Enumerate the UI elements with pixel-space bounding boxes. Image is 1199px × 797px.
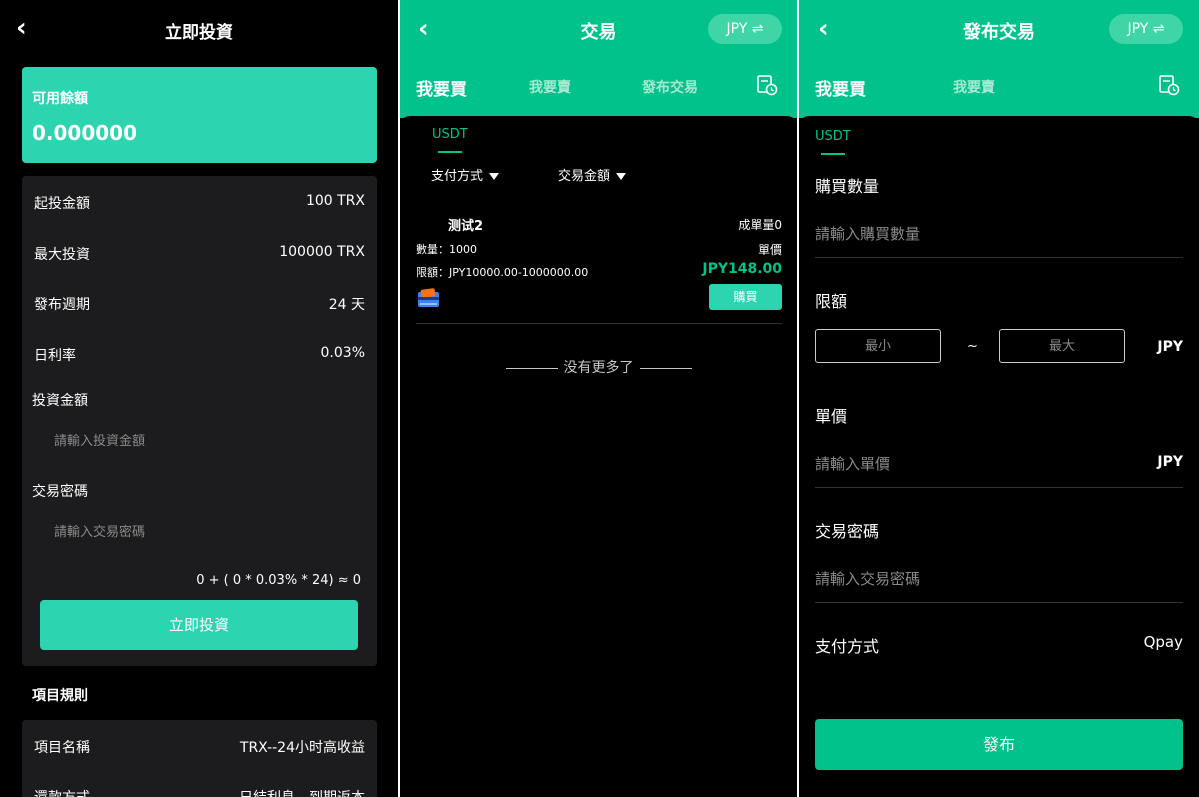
invest-header: ‹ 立即投資 xyxy=(0,0,398,56)
amount-input[interactable]: 請輸入投資金額 xyxy=(54,430,145,449)
password-input[interactable]: 請輸入交易密碼 xyxy=(54,521,145,540)
balance-label: 可用餘額 xyxy=(32,91,88,107)
quantity-input[interactable]: 請輸入購買數量 xyxy=(815,223,920,244)
rules-card: 項目名稱 TRX--24小时高收益 還款方式 日結利息，到期返本 xyxy=(22,720,377,797)
info-row-label: 最大投資 xyxy=(34,247,90,263)
balance-value: 0.000000 xyxy=(32,121,138,145)
buy-button[interactable]: 購買 xyxy=(709,284,782,310)
publish-panel: ‹ 發布交易 JPY ⇌ 我要買 我要賣 USDT 購買數量 請輸入購買數量 限… xyxy=(799,0,1199,797)
rules-title: 項目規則 xyxy=(32,688,88,704)
min-limit-input[interactable]: 最小 xyxy=(815,329,941,363)
tab-sell[interactable]: 我要賣 xyxy=(529,77,571,97)
currency-switch[interactable]: JPY ⇌ xyxy=(708,14,782,44)
filter-label: 支付方式 xyxy=(431,169,484,184)
tab-publish[interactable]: 發布交易 xyxy=(642,77,698,97)
limit-unit: JPY xyxy=(1157,339,1183,355)
publish-button[interactable]: 發布 xyxy=(815,719,1183,770)
price-unit: JPY xyxy=(1157,454,1183,470)
info-row-label: 起投金額 xyxy=(34,196,90,212)
payment-method-select[interactable]: Qpay xyxy=(1144,633,1183,651)
triangle-down-icon xyxy=(616,173,627,180)
range-separator: ~ xyxy=(967,339,978,354)
no-more-line xyxy=(505,367,558,369)
password-input[interactable]: 請輸入交易密碼 xyxy=(815,568,920,589)
filter-payment[interactable]: 支付方式 xyxy=(431,165,500,184)
tab-buy[interactable]: 我要買 xyxy=(815,75,866,100)
filter-label: 交易金額 xyxy=(558,169,611,184)
password-label: 交易密碼 xyxy=(815,522,880,541)
field-divider xyxy=(815,257,1183,258)
trade-header: ‹ 交易 JPY ⇌ 我要買 我要賣 發布交易 xyxy=(400,0,797,118)
listing-quantity: 數量：1000 xyxy=(416,243,477,256)
unit-price-label: 單價 xyxy=(757,243,782,257)
no-more-text: 没有更多了 xyxy=(563,360,634,376)
tab-sell[interactable]: 我要賣 xyxy=(953,77,995,97)
info-row-value: 24 天 xyxy=(328,297,365,313)
coin-tab-usdt[interactable]: USDT xyxy=(432,127,468,142)
trade-panel: ‹ 交易 JPY ⇌ 我要買 我要賣 發布交易 USDT 支付方式 交易金額 测… xyxy=(400,0,797,797)
merchant-name: 测试2 xyxy=(448,219,484,234)
invest-info-card: 起投金額 100 TRX 最大投資 100000 TRX 發布週期 24 天 日… xyxy=(22,176,377,666)
tab-buy[interactable]: 我要買 xyxy=(416,75,467,100)
rule-label: 還款方式 xyxy=(34,787,90,797)
rule-value: TRX--24小时高收益 xyxy=(239,740,365,756)
profit-formula: 0 + ( 0 * 0.03% * 24) ≈ 0 xyxy=(196,573,361,588)
coin-tab-usdt[interactable]: USDT xyxy=(815,129,851,144)
triangle-down-icon xyxy=(489,173,500,180)
limit-label: 限額 xyxy=(815,292,848,311)
unit-price-input[interactable]: 請輸入單價 xyxy=(815,453,890,474)
no-more-line xyxy=(639,367,692,369)
filter-amount[interactable]: 交易金額 xyxy=(558,165,627,184)
rule-value: 日結利息，到期返本 xyxy=(239,787,365,797)
invest-button[interactable]: 立即投資 xyxy=(40,600,358,650)
payment-label: 支付方式 xyxy=(815,637,880,656)
listing-divider xyxy=(416,323,782,324)
unit-price-label: 單價 xyxy=(815,407,848,426)
publish-header: ‹ 發布交易 JPY ⇌ 我要買 我要賣 xyxy=(799,0,1199,118)
listing-price: JPY148.00 xyxy=(702,261,782,277)
quantity-label: 購買數量 xyxy=(815,177,880,196)
info-row-label: 發布週期 xyxy=(34,297,90,313)
rule-label: 項目名稱 xyxy=(34,740,90,756)
invest-panel: ‹ 立即投資 可用餘額 0.000000 起投金額 100 TRX 最大投資 1… xyxy=(0,0,398,797)
order-history-icon[interactable] xyxy=(756,74,778,96)
order-volume: 成單量0 xyxy=(738,218,782,232)
no-more-indicator: 没有更多了 xyxy=(400,357,797,377)
field-divider xyxy=(815,487,1183,488)
balance-card: 可用餘額 0.000000 xyxy=(22,67,377,163)
card-icon xyxy=(418,288,439,307)
coin-tab-underline xyxy=(438,151,462,153)
field-divider xyxy=(815,602,1183,603)
listing-limit: 限額：JPY10000.00-1000000.00 xyxy=(416,266,589,279)
password-label: 交易密碼 xyxy=(32,484,88,500)
page-title: 立即投資 xyxy=(165,23,233,43)
max-limit-input[interactable]: 最大 xyxy=(999,329,1125,363)
amount-label: 投資金額 xyxy=(32,393,88,409)
coin-tab-underline xyxy=(821,153,845,155)
currency-switch[interactable]: JPY ⇌ xyxy=(1109,14,1183,44)
order-history-icon[interactable] xyxy=(1158,74,1180,96)
info-row-value: 100 TRX xyxy=(305,193,365,209)
info-row-label: 日利率 xyxy=(34,348,76,364)
info-row-value: 0.03% xyxy=(320,345,365,361)
info-row-value: 100000 TRX xyxy=(279,244,365,260)
